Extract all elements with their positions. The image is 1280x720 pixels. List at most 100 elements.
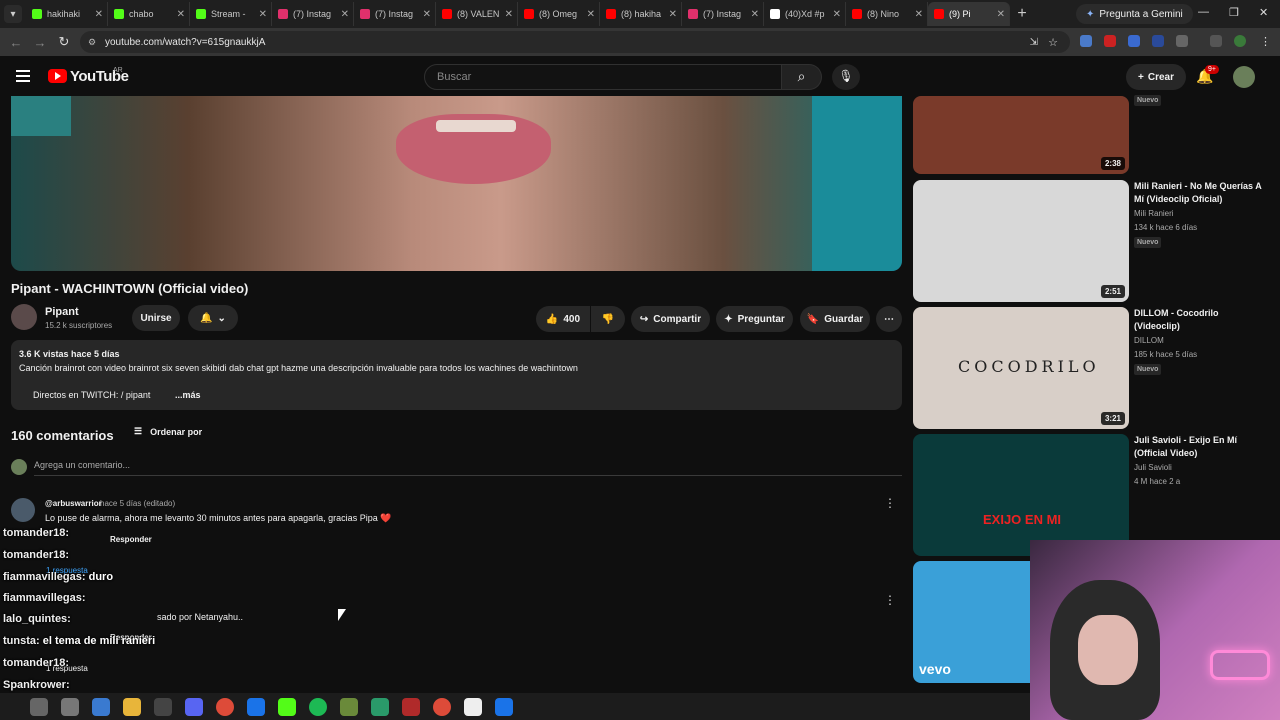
- voice-search-button[interactable]: 🎙: [832, 64, 860, 90]
- save-button[interactable]: 🔖 Guardar: [800, 306, 870, 332]
- browser-tab[interactable]: (9) Pi ✕: [928, 2, 1010, 26]
- subscribe-button[interactable]: Unirse: [132, 305, 180, 331]
- browser-tab[interactable]: (7) Instag ✕: [272, 2, 354, 26]
- related-video-title[interactable]: Juli Savioli - Exijo En Mí (Official Vid…: [1134, 434, 1264, 460]
- extension-icon[interactable]: [1104, 35, 1116, 47]
- channel-name[interactable]: Pipant: [45, 306, 79, 318]
- browser-tab[interactable]: (8) Nino ✕: [846, 2, 928, 26]
- tab-close-icon[interactable]: ✕: [915, 9, 923, 20]
- app-icon[interactable]: [371, 697, 389, 716]
- extension-icon[interactable]: [1080, 35, 1092, 47]
- hamburger-menu-icon[interactable]: [16, 70, 30, 82]
- tab-search-dropdown[interactable]: ▾: [4, 5, 22, 23]
- browser-tab[interactable]: (8) VALEN ✕: [436, 2, 518, 26]
- create-button[interactable]: + Crear: [1126, 64, 1186, 90]
- ask-gemini-button[interactable]: ✦ Pregunta a Gemini: [1076, 4, 1193, 24]
- commenter-avatar[interactable]: [11, 498, 35, 522]
- tab-close-icon[interactable]: ✕: [423, 9, 431, 20]
- forward-button[interactable]: →: [28, 35, 52, 50]
- share-button[interactable]: ↪ Compartir: [631, 306, 710, 332]
- site-info-icon[interactable]: ⚙: [88, 37, 96, 48]
- app-icon[interactable]: [495, 697, 513, 716]
- like-button[interactable]: 👍 400: [536, 306, 590, 332]
- browser-tab[interactable]: (40)Xd #p ✕: [764, 2, 846, 26]
- reading-list-icon[interactable]: [1210, 35, 1222, 47]
- dislike-button[interactable]: 👎: [591, 306, 625, 332]
- close-window-button[interactable]: ✕: [1259, 6, 1268, 19]
- obs-icon[interactable]: [154, 697, 172, 716]
- capcut-icon[interactable]: [464, 697, 482, 716]
- app-icon[interactable]: [402, 697, 420, 716]
- browser-tab[interactable]: (7) Instag ✕: [682, 2, 764, 26]
- spotify-icon[interactable]: [309, 697, 327, 716]
- extension-icon[interactable]: [1128, 35, 1140, 47]
- browser-tab[interactable]: hakihaki ✕: [26, 2, 108, 26]
- app-icon[interactable]: [92, 697, 110, 716]
- tab-close-icon[interactable]: ✕: [833, 9, 841, 20]
- related-video-thumbnail[interactable]: EXIJO EN MI: [913, 434, 1129, 556]
- notification-settings-button[interactable]: 🔔 ⌄: [188, 305, 238, 331]
- reply-button[interactable]: Responder: [110, 535, 152, 544]
- related-video-thumbnail[interactable]: 2:38: [913, 96, 1129, 174]
- extension-icon[interactable]: [1152, 35, 1164, 47]
- video-player[interactable]: [11, 96, 902, 271]
- minimize-button[interactable]: —: [1198, 6, 1209, 18]
- account-avatar[interactable]: [1233, 66, 1255, 88]
- comment-menu-icon[interactable]: ⋮: [884, 593, 896, 607]
- related-video-channel[interactable]: Juli Savioli: [1134, 463, 1172, 472]
- discord-icon[interactable]: [185, 697, 203, 716]
- search-icon[interactable]: [30, 697, 48, 716]
- browser-tab[interactable]: (8) hakiha ✕: [600, 2, 682, 26]
- related-video-thumbnail[interactable]: 2:51: [913, 180, 1129, 302]
- show-more-link[interactable]: ...más: [175, 390, 201, 400]
- related-video-title[interactable]: DILLOM - Cocodrilo (Videoclip): [1134, 307, 1264, 333]
- url-field[interactable]: ⚙ youtube.com/watch?v=615gnaukkjA ⇲ ☆: [80, 31, 1070, 53]
- youtube-logo-icon[interactable]: [48, 69, 67, 83]
- tab-favicon-icon: [114, 9, 124, 19]
- bookmark-star-icon[interactable]: ☆: [1048, 36, 1058, 49]
- tab-close-icon[interactable]: ✕: [95, 9, 103, 20]
- tab-close-icon[interactable]: ✕: [505, 9, 513, 20]
- reload-button[interactable]: ↻: [52, 34, 76, 50]
- browser-menu-icon[interactable]: ⋮: [1260, 35, 1271, 48]
- ask-button[interactable]: ✦ Preguntar: [716, 306, 793, 332]
- related-video-thumbnail[interactable]: COCODRILO 3:21: [913, 307, 1129, 429]
- commenter-name[interactable]: @arbuswarrior: [45, 499, 102, 508]
- tab-close-icon[interactable]: ✕: [259, 9, 267, 20]
- add-comment-input[interactable]: Agrega un comentario...: [34, 460, 902, 476]
- browser-tab[interactable]: Stream - ✕: [190, 2, 272, 26]
- task-view-icon[interactable]: [61, 697, 79, 716]
- search-button[interactable]: ⌕: [782, 64, 822, 90]
- install-app-icon[interactable]: ⇲: [1030, 37, 1038, 48]
- extensions-puzzle-icon[interactable]: [1176, 35, 1188, 47]
- channel-avatar[interactable]: [11, 304, 37, 330]
- app-icon[interactable]: [340, 697, 358, 716]
- chrome-icon[interactable]: [433, 697, 451, 716]
- related-video-channel[interactable]: DILLOM: [1134, 336, 1164, 345]
- twitch-line[interactable]: Directos en TWITCH: / pipant: [33, 390, 150, 400]
- chrome-icon[interactable]: [216, 697, 234, 716]
- comment-menu-icon[interactable]: ⋮: [884, 496, 896, 510]
- maximize-button[interactable]: ❐: [1229, 6, 1239, 19]
- tab-close-icon[interactable]: ✕: [751, 9, 759, 20]
- app-icon[interactable]: [247, 697, 265, 716]
- tab-close-icon[interactable]: ✕: [587, 9, 595, 20]
- related-video-channel[interactable]: Mili Ranieri: [1134, 209, 1174, 218]
- new-tab-button[interactable]: +: [1010, 5, 1034, 23]
- description-box[interactable]: 3.6 K vistas hace 5 días Canción brainro…: [11, 340, 902, 410]
- tab-close-icon[interactable]: ✕: [669, 9, 677, 20]
- tab-close-icon[interactable]: ✕: [997, 9, 1005, 20]
- more-actions-button[interactable]: ⋯: [876, 306, 902, 332]
- sort-comments-button[interactable]: ☰ Ordenar por: [134, 426, 202, 437]
- tab-close-icon[interactable]: ✕: [177, 9, 185, 20]
- back-button[interactable]: ←: [4, 35, 28, 50]
- browser-tab[interactable]: (7) Instag ✕: [354, 2, 436, 26]
- profile-icon[interactable]: [1234, 35, 1246, 47]
- search-input[interactable]: Buscar: [424, 64, 782, 90]
- file-explorer-icon[interactable]: [123, 697, 141, 716]
- related-video-title[interactable]: Mili Ranieri - No Me Querías A Mí (Video…: [1134, 180, 1264, 206]
- browser-tab[interactable]: chabo ✕: [108, 2, 190, 26]
- kick-icon[interactable]: [278, 697, 296, 716]
- tab-close-icon[interactable]: ✕: [341, 9, 349, 20]
- browser-tab[interactable]: (8) Omeg ✕: [518, 2, 600, 26]
